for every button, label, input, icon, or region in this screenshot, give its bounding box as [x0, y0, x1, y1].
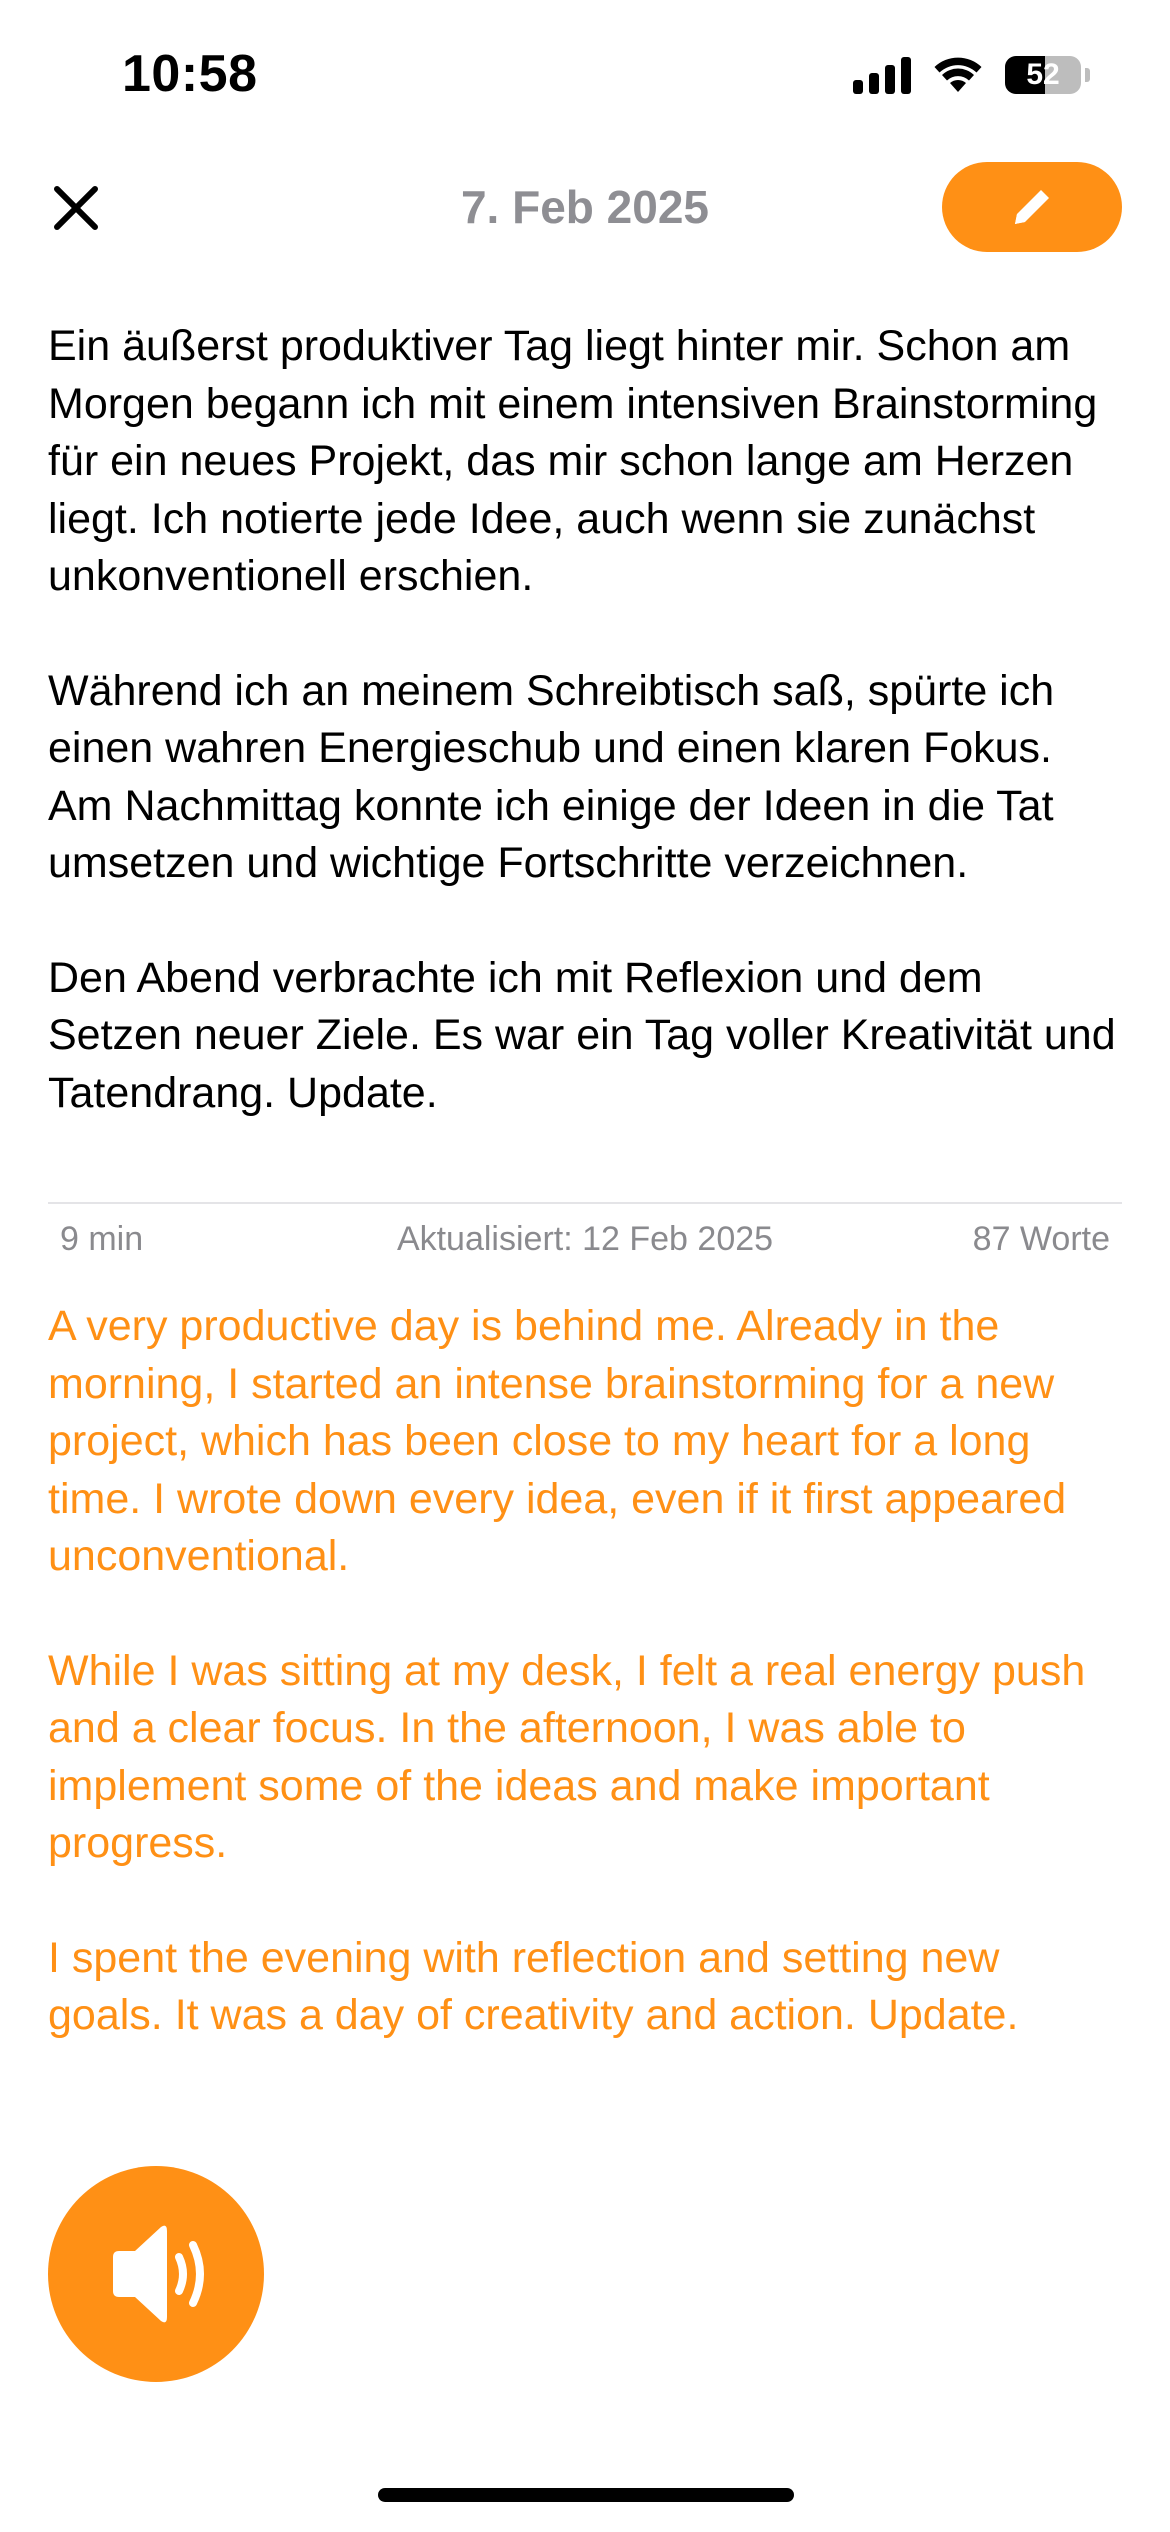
word-count: 87 Worte: [972, 1220, 1110, 1258]
entry-paragraph: Während ich an meinem Schreibtisch saß, …: [48, 666, 1055, 888]
status-time: 10:58: [122, 45, 258, 103]
status-bar: 10:58 52: [0, 0, 1170, 150]
entry-paragraph: Ein äußerst produktiver Tag liegt hinter…: [48, 322, 1098, 600]
home-indicator: [378, 2488, 794, 2502]
battery-level: 52: [1026, 58, 1060, 91]
translation-text: A very productive day is behind me. Alre…: [48, 1298, 1126, 2045]
nav-bar: 7. Feb 2025: [0, 150, 1170, 270]
translation-paragraph: While I was sitting at my desk, I felt a…: [48, 1646, 1086, 1868]
cellular-signal-icon: [853, 56, 911, 94]
battery-cap: [1085, 68, 1090, 82]
translation-paragraph: I spent the evening with reflection and …: [48, 1933, 1019, 2040]
divider: [48, 1202, 1122, 1204]
battery-icon: 52: [1005, 56, 1081, 94]
speak-button[interactable]: [48, 2166, 264, 2382]
updated-date: Aktualisiert: 12 Feb 2025: [396, 1220, 774, 1258]
speaker-icon: [113, 2225, 204, 2323]
edit-button[interactable]: [942, 162, 1122, 252]
wifi-icon: [934, 57, 982, 92]
entry-meta: 9 min Aktualisiert: 12 Feb 2025 87 Worte: [48, 1214, 1122, 1264]
entry-text: Ein äußerst produktiver Tag liegt hinter…: [48, 318, 1126, 1122]
status-icons: 52: [853, 56, 1090, 94]
pencil-icon: [1015, 190, 1049, 224]
translation-paragraph: A very productive day is behind me. Alre…: [48, 1302, 1067, 1580]
entry-paragraph: Den Abend verbrachte ich mit Reflexion u…: [48, 953, 1116, 1117]
